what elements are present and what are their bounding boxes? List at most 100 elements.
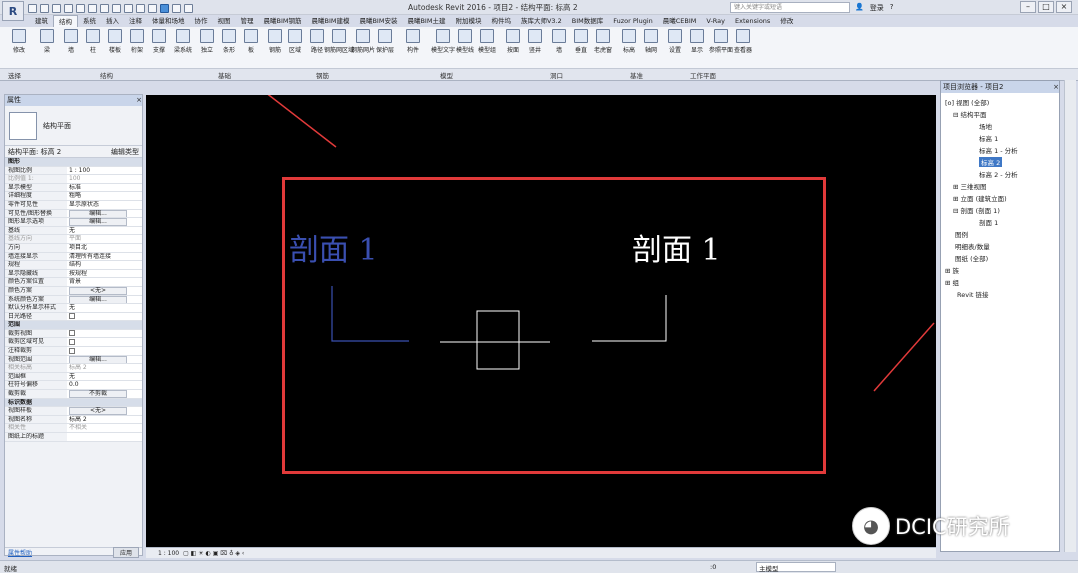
property-value[interactable]: 清理所有墙连接 <box>67 252 142 261</box>
browser-node[interactable]: 场地 <box>979 121 992 131</box>
3d-view-icon[interactable] <box>136 3 145 13</box>
property-row[interactable]: 日光路径 <box>5 312 142 322</box>
property-value[interactable]: 按规程 <box>67 269 142 278</box>
ribbon-button-20[interactable]: 模型组 <box>476 29 498 54</box>
property-value[interactable]: <无> <box>67 286 142 295</box>
ribbon-button-18[interactable]: 模型文字 <box>431 29 455 54</box>
browser-node[interactable]: ⊞ 组 <box>945 277 959 287</box>
help-icon[interactable]: ? <box>890 3 894 13</box>
text-icon[interactable] <box>124 3 133 13</box>
property-value[interactable]: 100 <box>67 175 142 183</box>
property-row[interactable]: 相关性 不相关 <box>5 424 142 433</box>
property-row[interactable]: 详细程度 粗略 <box>5 192 142 201</box>
browser-node[interactable]: ⊞ 三维视图 <box>953 181 987 191</box>
property-row[interactable]: 可见性/图形替换 编辑... <box>5 209 142 219</box>
browser-node[interactable]: ⊟ 剖面 (剖面 1) <box>953 205 1000 215</box>
property-value[interactable]: 编辑... <box>67 295 142 304</box>
close-button[interactable]: × <box>1056 1 1072 13</box>
property-checkbox[interactable] <box>69 338 75 345</box>
dimension-icon[interactable] <box>112 3 121 13</box>
ribbon-button-8[interactable]: 独立 <box>196 29 218 54</box>
property-value[interactable]: 编辑... <box>67 218 142 226</box>
property-value[interactable]: <无> <box>67 407 142 415</box>
property-value[interactable]: 编辑... <box>67 355 142 364</box>
ribbon-button-5[interactable]: 桁架 <box>126 29 148 54</box>
property-value[interactable]: 不相关 <box>67 424 142 432</box>
redo-icon[interactable] <box>76 3 85 13</box>
ribbon-button-12[interactable]: 区域 <box>284 29 306 54</box>
ribbon-button-17[interactable]: 构件 <box>402 29 424 54</box>
property-value[interactable] <box>67 338 142 347</box>
tab-3[interactable]: 插入 <box>101 15 124 27</box>
ribbon-button-31[interactable]: 查看器 <box>732 29 754 54</box>
ribbon-button-1[interactable]: 梁 <box>36 29 58 54</box>
type-selector[interactable]: 结构平面 <box>5 106 142 146</box>
model-selector[interactable]: 主模型 <box>756 562 836 573</box>
browser-node[interactable]: 明细表/数量 <box>955 241 990 251</box>
tab-6[interactable]: 协作 <box>190 15 213 27</box>
properties-help-link[interactable]: 属性帮助 <box>8 548 32 557</box>
browser-node[interactable]: 标高 2 <box>979 157 1003 167</box>
property-row[interactable]: 注释裁剪 <box>5 347 142 356</box>
tab-16[interactable]: BIM数据库 <box>567 15 608 27</box>
tab-4[interactable]: 注释 <box>124 15 147 27</box>
undo-icon[interactable] <box>64 3 73 13</box>
ribbon-button-23[interactable]: 墙 <box>548 29 570 54</box>
property-edit-button[interactable]: 不剪裁 <box>69 390 127 398</box>
ribbon-button-0[interactable]: 修改 <box>8 29 30 54</box>
property-value[interactable]: 显示原状态 <box>67 200 142 209</box>
tab-9[interactable]: 晨曦BIM钢筋 <box>259 15 307 27</box>
ribbon-button-6[interactable]: 支撑 <box>148 29 170 54</box>
right-scrollbar[interactable] <box>1064 80 1076 552</box>
property-row[interactable]: 颜色方案 <无> <box>5 286 142 296</box>
property-edit-button[interactable]: <无> <box>69 286 127 295</box>
property-value[interactable] <box>67 347 142 355</box>
section-icon[interactable] <box>148 3 157 13</box>
browser-node[interactable]: 图纸 (全部) <box>955 253 988 263</box>
tab-14[interactable]: 构件坞 <box>486 15 516 27</box>
tab-2[interactable]: 系统 <box>78 15 101 27</box>
ribbon-button-27[interactable]: 轴网 <box>640 29 662 54</box>
ribbon-button-7[interactable]: 梁系统 <box>172 29 194 54</box>
ribbon-button-10[interactable]: 板 <box>240 29 262 54</box>
tab-17[interactable]: Fuzor Plugin <box>608 15 658 27</box>
property-row[interactable]: 显示隐藏线 按规程 <box>5 269 142 279</box>
browser-node[interactable]: [o] 视图 (全部) <box>945 97 989 107</box>
property-value[interactable] <box>67 433 142 441</box>
login-area[interactable]: 👤 登录? <box>855 3 893 13</box>
sync-icon[interactable] <box>52 3 61 13</box>
ribbon-button-29[interactable]: 显示 <box>686 29 708 54</box>
property-value[interactable]: 编辑... <box>67 209 142 218</box>
property-value[interactable]: 项目北 <box>67 243 142 252</box>
open-icon[interactable] <box>28 3 37 13</box>
ribbon-button-28[interactable]: 设置 <box>664 29 686 54</box>
property-value[interactable] <box>67 329 142 338</box>
close-icon[interactable]: × <box>136 95 142 106</box>
property-row[interactable]: 显示模型 标准 <box>5 183 142 193</box>
property-row[interactable]: 图纸上的标题 <box>5 433 142 442</box>
maximize-button[interactable]: □ <box>1038 1 1054 13</box>
tab-21[interactable]: 修改 <box>775 15 798 27</box>
tab-19[interactable]: V-Ray <box>701 15 730 27</box>
ribbon-button-26[interactable]: 标高 <box>618 29 640 54</box>
property-value[interactable]: 标高 2 <box>67 364 142 372</box>
property-row[interactable]: 视图样板 <无> <box>5 407 142 416</box>
ribbon-button-14[interactable]: 钢筋网区域 <box>324 29 354 54</box>
measure-icon[interactable] <box>100 3 109 13</box>
tab-5[interactable]: 体量和场地 <box>147 15 190 27</box>
property-value[interactable]: 结构 <box>67 261 142 269</box>
browser-node[interactable]: 标高 1 - 分析 <box>979 145 1018 155</box>
minimize-button[interactable]: – <box>1020 1 1036 13</box>
tab-1[interactable]: 结构 <box>53 15 78 27</box>
view-scale[interactable]: 1 : 100 <box>158 550 179 557</box>
apply-button[interactable]: 应用 <box>112 547 139 558</box>
property-row[interactable]: 图形显示选项 编辑... <box>5 218 142 227</box>
browser-node[interactable]: 标高 2 - 分析 <box>979 169 1018 179</box>
view-controls-icons[interactable]: ▢ ◧ ☀ ◐ ▣ ⌧ ♁ ◈ ‹ <box>183 550 244 557</box>
ribbon-button-9[interactable]: 条形 <box>218 29 240 54</box>
ribbon-button-15[interactable]: 钢筋网片 <box>351 29 375 54</box>
property-row[interactable]: 零件可见性 显示原状态 <box>5 200 142 210</box>
close-hidden-icon[interactable] <box>172 3 181 13</box>
property-value[interactable]: 无 <box>67 304 142 312</box>
property-row[interactable]: 截剪裁 不剪裁 <box>5 390 142 399</box>
